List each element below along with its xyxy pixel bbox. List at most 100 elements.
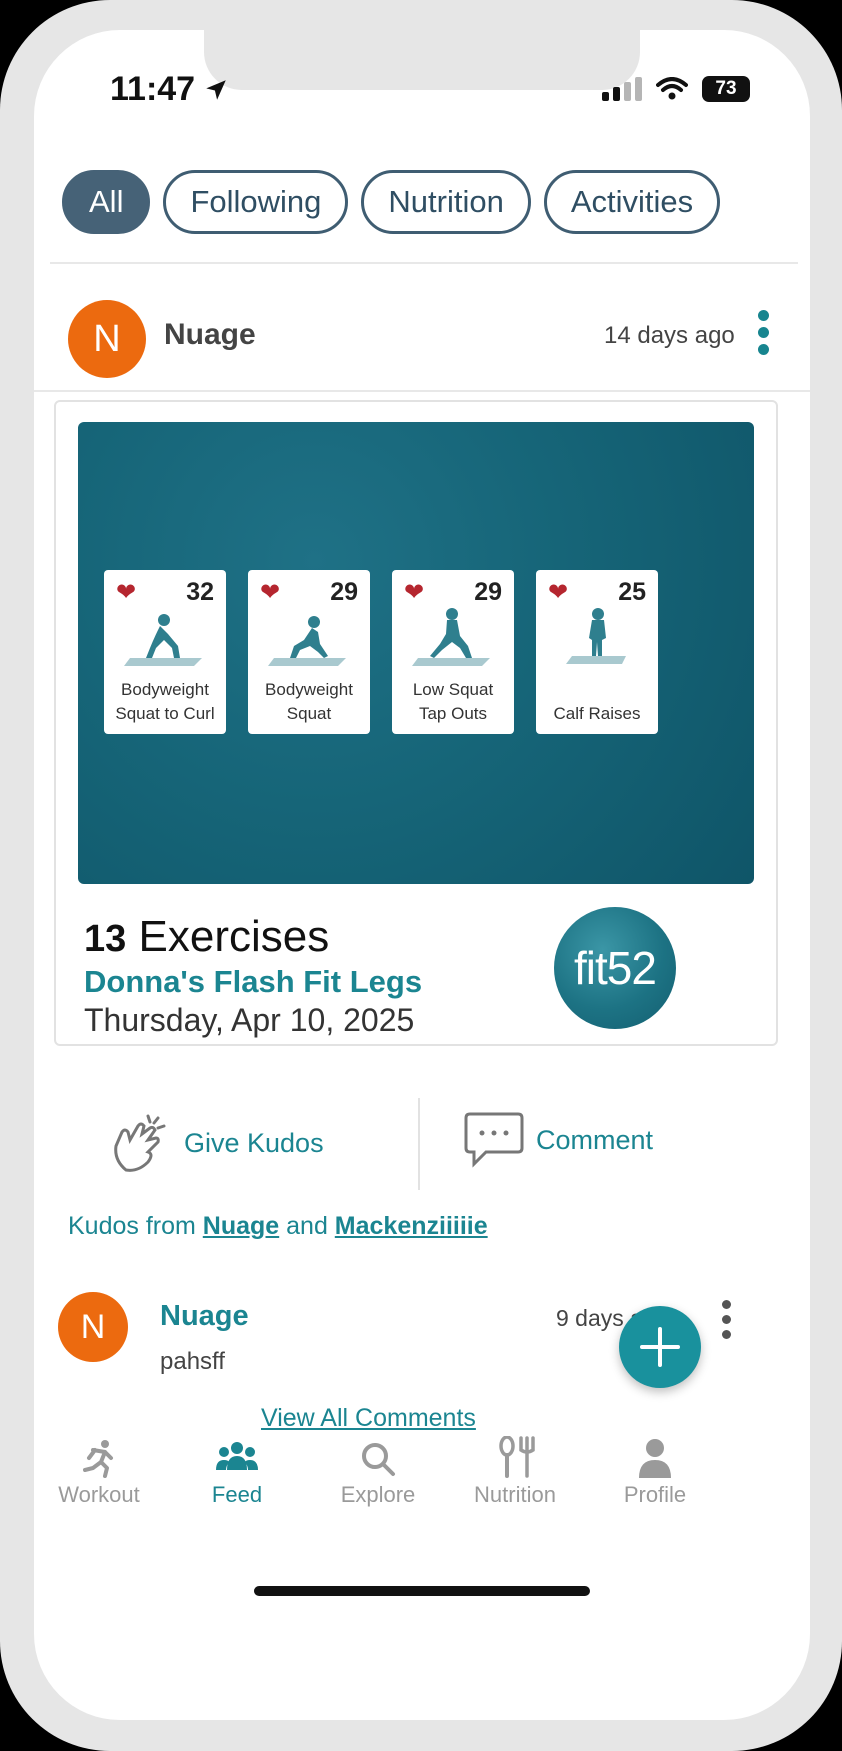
comment-author-avatar[interactable]: N [58,1292,128,1362]
nav-item-nutrition[interactable]: Nutrition [450,1434,580,1508]
give-kudos-button[interactable]: Give Kudos [108,1110,324,1176]
comment-text: pahsff [160,1348,225,1375]
status-time-text: 11:47 [110,70,196,108]
heart-icon: ❤ [548,579,569,606]
fork-knife-icon [499,1436,535,1478]
heart-icon: ❤ [404,579,425,606]
exercise-rep-count: 29 [330,578,358,606]
screen: 11:47 73 All Following Nutrition Activit… [34,30,810,1720]
avatar-letter: N [80,1307,106,1346]
view-all-comments-link[interactable]: View All Comments [261,1404,476,1433]
squat-figure-icon [268,616,346,666]
comment-author-name[interactable]: Nuage [160,1300,249,1333]
people-icon [216,1442,258,1470]
post-author-avatar[interactable]: N [68,300,146,378]
workout-card[interactable]: ❤ 32 Bodyweight Squat to Curl ❤ 29 Bodyw… [54,400,778,1046]
post-timestamp: 14 days ago [604,322,735,349]
calf-raise-figure-icon [566,608,626,664]
kudos-prefix: Kudos from [68,1212,203,1240]
nav-item-profile[interactable]: Profile [590,1434,720,1508]
status-time: 11:47 [110,70,229,109]
exercise-card: ❤ 32 Bodyweight Squat to Curl [104,570,226,734]
create-post-button[interactable] [619,1306,701,1388]
exercise-rep-count: 32 [186,578,214,606]
battery-icon: 73 [702,76,750,102]
exercise-name-line: Bodyweight [265,680,353,699]
feed-filter-tabs: All Following Nutrition Activities [62,170,721,234]
nav-label: Feed [211,1482,263,1507]
heart-icon: ❤ [260,579,281,606]
exercise-name-line: Squat to Curl [115,704,215,723]
exercise-name-line: Low Squat [412,680,494,699]
exercise-card: ❤ 29 Bodyweight Squat [248,570,370,734]
nav-label: Profile [623,1482,687,1507]
exercise-name: Bodyweight Squat to Curl [108,678,222,726]
filter-chip-all[interactable]: All [62,170,151,234]
post-actions: Give Kudos Comment [34,1098,810,1194]
kudos-joiner: and [279,1212,335,1240]
status-right: 73 [602,76,750,102]
exercise-name: Low Squat Tap Outs [396,678,510,726]
nav-label: Explore [340,1482,416,1507]
exercise-rep-count: 25 [618,578,646,606]
nav-label: Workout [58,1482,140,1507]
exercise-name: Calf Raises [540,702,654,726]
exercise-name-line: Bodyweight [121,680,209,699]
comment-button[interactable]: Comment [462,1110,653,1170]
give-kudos-label: Give Kudos [184,1127,324,1158]
kudos-user-link[interactable]: Nuage [203,1212,279,1240]
nav-label: Nutrition [474,1482,556,1507]
exercise-count-label: Exercises [138,912,330,961]
search-icon [362,1443,395,1476]
location-arrow-icon [206,79,226,100]
speech-bubble-icon [464,1112,524,1168]
filter-chip-activities[interactable]: Activities [543,170,721,234]
filter-chip-nutrition[interactable]: Nutrition [361,170,531,234]
avatar-letter: N [93,317,121,360]
clapping-hands-icon [114,1114,166,1172]
workout-preview-image: ❤ 32 Bodyweight Squat to Curl ❤ 29 Bodyw… [78,422,754,884]
plus-icon [640,1327,680,1367]
filter-chip-label: Activities [570,184,694,219]
exercise-name-line: Tap Outs [418,704,488,723]
exercise-name-line: Squat [286,704,332,723]
post-author-name[interactable]: Nuage [164,318,256,352]
exercise-name: Bodyweight Squat [252,678,366,726]
kudos-summary: Kudos from Nuage and Mackenziiiiie [68,1212,488,1241]
divider [50,262,798,264]
bottom-navigation: Workout Feed Explore Nutrition Profile [34,1434,810,1524]
low-squat-figure-icon [412,608,490,666]
workout-title[interactable]: Donna's Flash Fit Legs [84,964,422,1000]
heart-icon: ❤ [116,579,137,606]
fit52-logo-text: fit52 [574,942,657,994]
comment-more-options-icon[interactable] [722,1300,731,1339]
filter-chip-label: All [89,184,124,219]
filter-chip-label: Nutrition [388,184,504,219]
workout-date: Thursday, Apr 10, 2025 [84,1002,415,1038]
cellular-signal-icon [602,77,642,101]
nav-item-workout[interactable]: Workout [34,1434,164,1508]
phone-frame: 11:47 73 All Following Nutrition Activit… [0,0,842,1751]
divider [34,390,810,392]
exercise-count: 13 Exercises [84,912,329,962]
exercise-card: ❤ 25 Calf Raises [536,570,658,734]
home-indicator [254,1586,590,1596]
exercise-rep-count: 29 [474,578,502,606]
battery-level: 73 [715,78,737,99]
fit52-logo: fit52 [554,907,676,1029]
post-more-options-icon[interactable] [758,310,769,355]
exercise-count-number: 13 [84,918,127,960]
kudos-user-link[interactable]: Mackenziiiiie [335,1212,488,1240]
squat-curl-figure-icon [124,614,202,666]
wifi-icon [656,77,688,100]
comment-label: Comment [536,1124,654,1155]
filter-chip-label: Following [190,184,322,219]
notch [204,30,640,90]
divider [418,1098,420,1190]
person-icon [639,1439,671,1478]
nav-item-explore[interactable]: Explore [313,1434,443,1508]
exercise-name-line: Calf Raises [553,704,641,723]
exercise-card: ❤ 29 Low Squat Tap Outs [392,570,514,734]
filter-chip-following[interactable]: Following [163,170,349,234]
nav-item-feed[interactable]: Feed [172,1434,302,1508]
